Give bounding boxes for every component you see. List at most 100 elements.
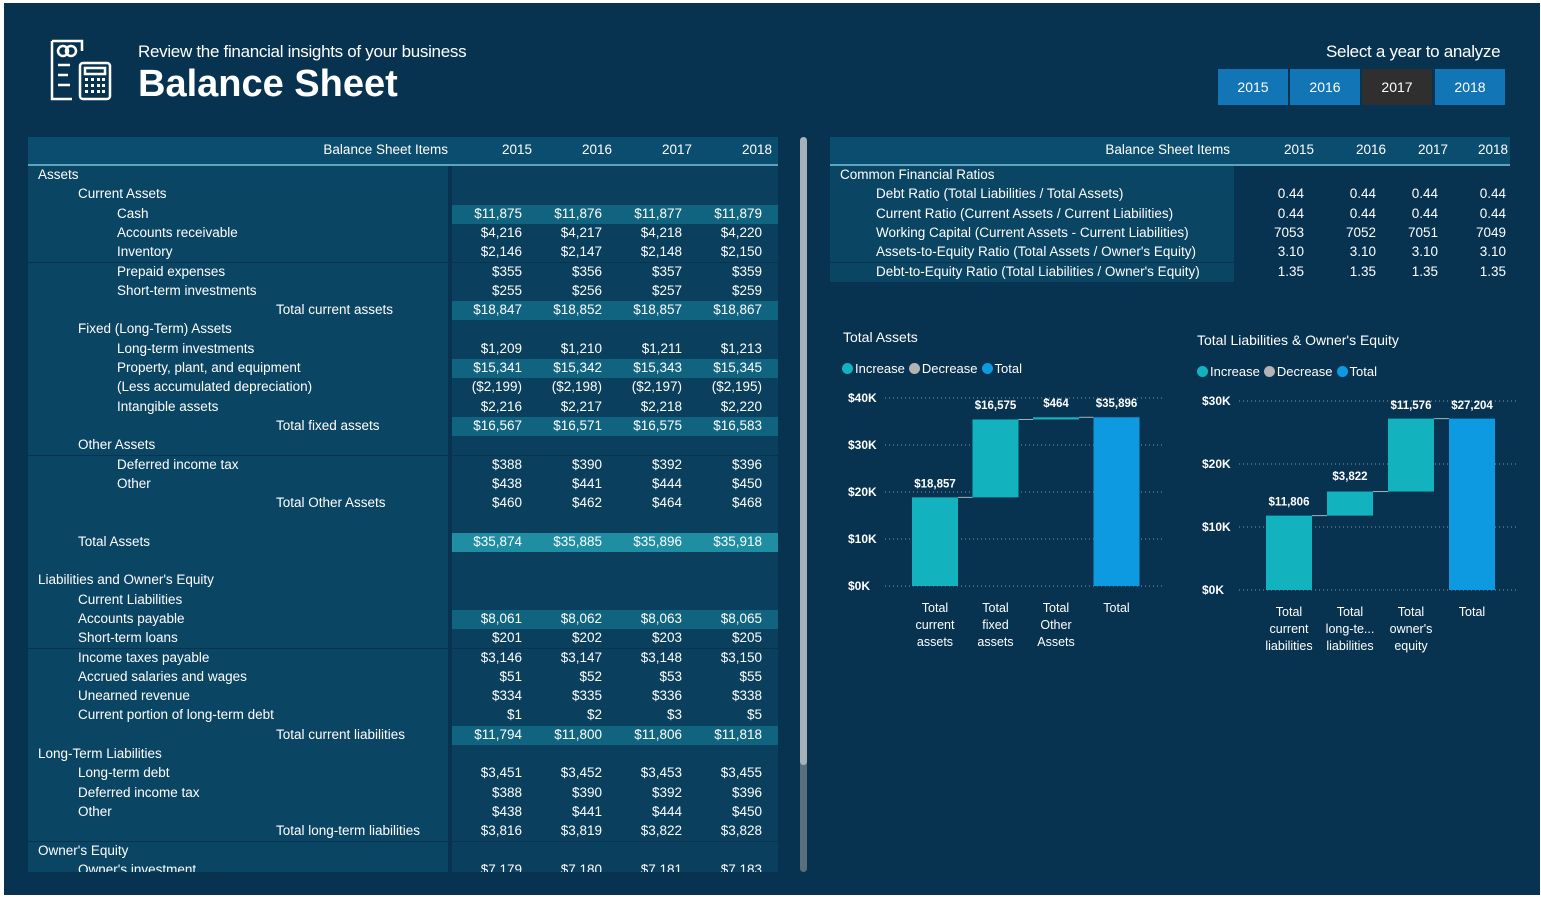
row-values	[452, 745, 778, 765]
table-row[interactable]: Accounts payable $8,061 $8,062 $8,063 $8,065	[28, 609, 778, 630]
scrollbar-thumb[interactable]	[800, 137, 807, 765]
value-cell-2016: $4,217	[560, 224, 602, 240]
waterfall-bar[interactable]	[1327, 491, 1373, 516]
waterfall-bar[interactable]	[1033, 417, 1079, 420]
financial-ratios-table[interactable]: Balance Sheet Items 2015 2016 2017 2018 …	[830, 137, 1510, 285]
total-assets-waterfall-chart[interactable]: $0K $10K $20K $30K $40K $18,857 Total current as…	[830, 383, 1170, 673]
row-values: $3,816 $3,819 $3,822 $3,828	[452, 822, 778, 842]
table-row[interactable]: Long-term debt $3,451 $3,452 $3,453 $3,455	[28, 764, 778, 784]
table-row[interactable]: Current Assets	[28, 185, 778, 205]
waterfall-bar[interactable]	[1093, 417, 1140, 586]
value-cell-2015: $388	[491, 456, 522, 472]
year-button-2016[interactable]: 2016	[1290, 69, 1360, 105]
table-row[interactable]: Fixed (Long-Term) Assets	[28, 320, 778, 340]
row-label-cell: Total Assets	[28, 532, 448, 552]
x-category-label: Total	[1276, 605, 1302, 619]
table-row[interactable]: Other $438 $441 $444 $450	[28, 802, 778, 823]
ratio-column-header-items[interactable]: Balance Sheet Items	[1030, 142, 1230, 157]
table-row[interactable]: Property, plant, and equipment $15,341 $15…	[28, 359, 778, 379]
table-row[interactable]: Short-term investments $255 $256 $257 $259	[28, 281, 778, 302]
ratio-column-header-2015[interactable]: 2015	[1254, 142, 1314, 157]
table-row[interactable]: Current portion of long-term debt $1 $2 $3 $…	[28, 706, 778, 726]
table-row[interactable]: Liabilities and Owner's Equity	[28, 571, 778, 591]
table-row[interactable]: Total current assets $18,847 $18,852 $18,85…	[28, 301, 778, 321]
year-button-2017[interactable]: 2017	[1362, 69, 1432, 105]
table-row[interactable]	[28, 552, 778, 572]
x-category-label: liabilities	[1265, 639, 1312, 653]
ratio-row[interactable]: Current Ratio (Current Assets / Current …	[830, 204, 1234, 224]
table-row[interactable]: Total fixed assets $16,567 $16,571 $16,575 $…	[28, 416, 778, 437]
column-header-items[interactable]: Balance Sheet Items	[248, 142, 448, 157]
table-row[interactable]: Other $438 $441 $444 $450	[28, 474, 778, 495]
value-cell-2018: $4,220	[720, 224, 762, 240]
liabilities-equity-waterfall-chart[interactable]: $0K $10K $20K $30K $11,806 Total current liabil…	[1184, 383, 1524, 673]
table-row[interactable]: Intangible assets $2,216 $2,217 $2,218 $2,22…	[28, 397, 778, 417]
row-label: Assets	[38, 167, 79, 182]
table-row[interactable]: Total Other Assets $460 $462 $464 $468	[28, 494, 778, 514]
waterfall-bar[interactable]	[1388, 418, 1434, 492]
waterfall-bar[interactable]	[1449, 418, 1495, 590]
chart-legend-total-assets: Increase Decrease Total	[842, 361, 1026, 376]
chart-title-total-liabilities-equity: Total Liabilities & Owner's Equity	[1197, 332, 1399, 348]
table-row[interactable]: Unearned revenue $334 $335 $336 $338	[28, 687, 778, 707]
column-header-2016[interactable]: 2016	[542, 142, 612, 157]
ratio-row[interactable]: Common Financial Ratios	[830, 166, 1234, 186]
table-row[interactable]: Total long-term liabilities $3,816 $3,819 $…	[28, 822, 778, 842]
table-row[interactable]: Accrued salaries and wages $51 $52 $53 $55	[28, 667, 778, 688]
table-row[interactable]: Long-term investments $1,209 $1,210 $1,211 $…	[28, 339, 778, 359]
legend-decrease[interactable]: Decrease	[1263, 364, 1333, 379]
table-row[interactable]: Inventory $2,146 $2,147 $2,148 $2,150	[28, 243, 778, 263]
table-row[interactable]: Prepaid expenses $355 $356 $357 $359	[28, 262, 778, 282]
table-row[interactable]: Owner's Equity	[28, 841, 778, 861]
ratio-row[interactable]: Debt-to-Equity Ratio (Total Liabilities …	[830, 262, 1234, 282]
row-label-cell: Other	[28, 802, 448, 823]
legend-total[interactable]: Total	[1336, 364, 1377, 379]
table-row[interactable]: Assets	[28, 166, 778, 186]
ratio-row[interactable]: Assets-to-Equity Ratio (Total Assets / O…	[830, 243, 1234, 263]
table-row[interactable]: Deferred income tax $388 $390 $392 $396	[28, 455, 778, 475]
ratio-column-header-2017[interactable]: 2017	[1388, 142, 1448, 157]
column-header-2018[interactable]: 2018	[702, 142, 772, 157]
waterfall-bar[interactable]	[972, 419, 1019, 498]
waterfall-bar[interactable]	[912, 497, 958, 586]
ratio-row[interactable]: Working Capital (Current Assets - Curren…	[830, 223, 1234, 244]
row-label: Other	[117, 475, 151, 491]
table-row[interactable]	[28, 513, 778, 533]
ratio-row[interactable]: Debt Ratio (Total Liabilities / Total As…	[830, 185, 1234, 205]
legend-increase[interactable]: Increase	[842, 361, 905, 376]
chart-title-total-assets: Total Assets	[843, 329, 918, 345]
year-button-2015[interactable]: 2015	[1218, 69, 1288, 105]
table-row[interactable]: Deferred income tax $388 $390 $392 $396	[28, 783, 778, 803]
ratio-column-header-2016[interactable]: 2016	[1326, 142, 1386, 157]
ratio-value-2016: 3.10	[1349, 244, 1376, 260]
row-label-cell: Accrued salaries and wages	[28, 667, 448, 688]
table-row[interactable]: Total Assets $35,874 $35,885 $35,896 $35,918	[28, 532, 778, 552]
year-button-2018[interactable]: 2018	[1435, 69, 1505, 105]
table-row[interactable]: Accounts receivable $4,216 $4,217 $4,218 $4,…	[28, 223, 778, 244]
legend-decrease[interactable]: Decrease	[908, 361, 978, 376]
table-row[interactable]: Owner's investment $7,179 $7,180 $7,181 $7,1…	[28, 860, 778, 872]
column-header-2015[interactable]: 2015	[462, 142, 532, 157]
table-row[interactable]: (Less accumulated depreciation) ($2,199)(…	[28, 378, 778, 398]
table-row[interactable]: Other Assets	[28, 436, 778, 456]
table-row[interactable]: Long-Term Liabilities	[28, 745, 778, 765]
legend-total[interactable]: Total	[981, 361, 1022, 376]
table-row[interactable]: Cash $11,875 $11,876 $11,877 $11,879	[28, 204, 778, 224]
balance-sheet-table[interactable]: Balance Sheet Items 2015 2016 2017 2018 …	[28, 137, 778, 872]
value-cell-2015: $3,146	[480, 649, 522, 665]
waterfall-bar[interactable]	[1266, 515, 1312, 590]
value-cell-2017: $53	[659, 668, 682, 684]
table-row[interactable]: Income taxes payable $3,146 $3,147 $3,148 $3…	[28, 648, 778, 668]
table-row[interactable]: Current Liabilities	[28, 590, 778, 610]
row-label: Long-term investments	[117, 340, 255, 356]
x-category-label: Assets	[1037, 635, 1075, 649]
value-cell-2018: $338	[731, 688, 762, 704]
column-header-2017[interactable]: 2017	[622, 142, 692, 157]
x-category-label: current	[916, 618, 955, 632]
table-row[interactable]: Short-term loans $201 $202 $203 $205	[28, 629, 778, 649]
table-row[interactable]: Total current liabilities $11,794 $11,800 $…	[28, 725, 778, 745]
ratio-column-header-2018[interactable]: 2018	[1448, 142, 1508, 157]
value-cell-2016: $2	[586, 707, 602, 723]
legend-increase[interactable]: Increase	[1197, 364, 1260, 379]
ratio-value-2018: 0.44	[1479, 186, 1506, 202]
